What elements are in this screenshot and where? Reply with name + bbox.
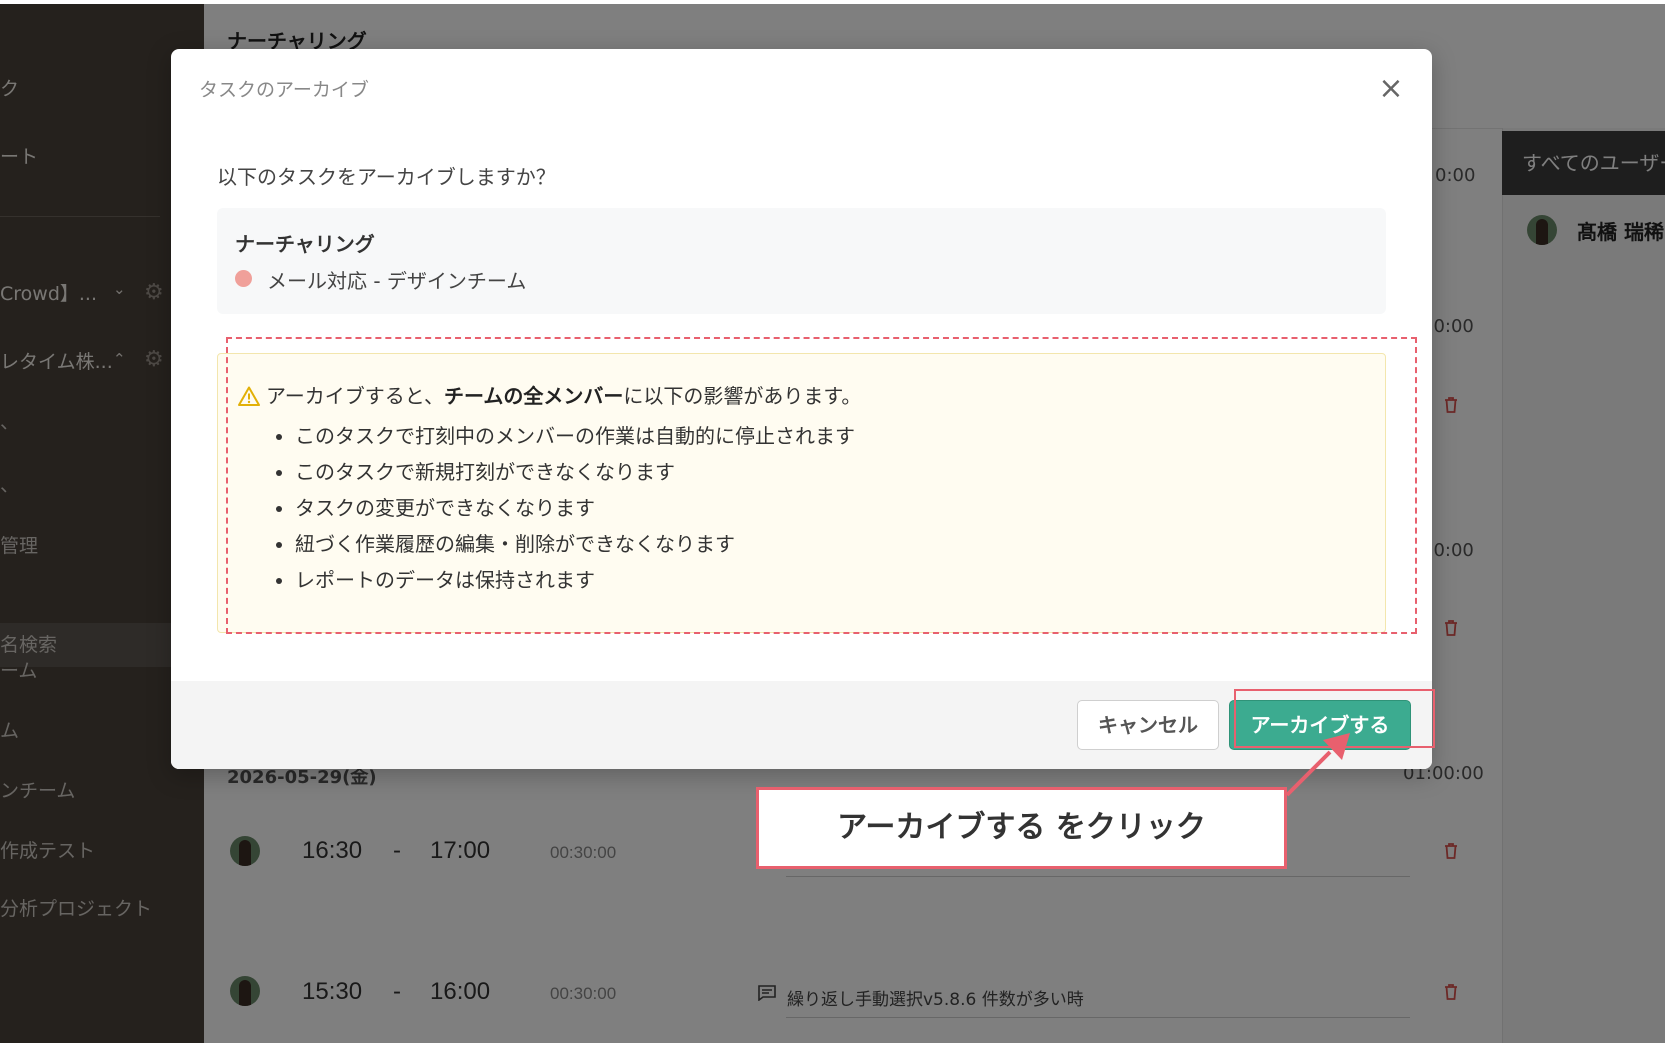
frame-border <box>1665 0 1670 1046</box>
dialog-title: タスクのアーカイブ <box>199 79 369 101</box>
frame-border <box>0 0 1670 4</box>
warning-highlight <box>226 337 1417 634</box>
task-summary: ナーチャリング メール対応 - デザインチーム <box>217 208 1386 314</box>
project-color-dot <box>235 270 252 287</box>
cancel-button[interactable]: キャンセル <box>1077 700 1219 750</box>
dialog-question: 以下のタスクをアーカイブしますか？ <box>217 165 556 189</box>
close-icon[interactable]: × <box>1375 73 1407 105</box>
archive-button-highlight <box>1234 689 1435 748</box>
task-project: メール対応 - デザインチーム <box>267 269 527 293</box>
task-name: ナーチャリング <box>235 232 375 256</box>
instruction-callout: アーカイブする をクリック <box>756 787 1287 869</box>
app-root: ク ート Crowd】... ⌄ ⚙ レタイム株... ⌃ ⚙ 、 、 管理 名… <box>0 0 1670 1046</box>
